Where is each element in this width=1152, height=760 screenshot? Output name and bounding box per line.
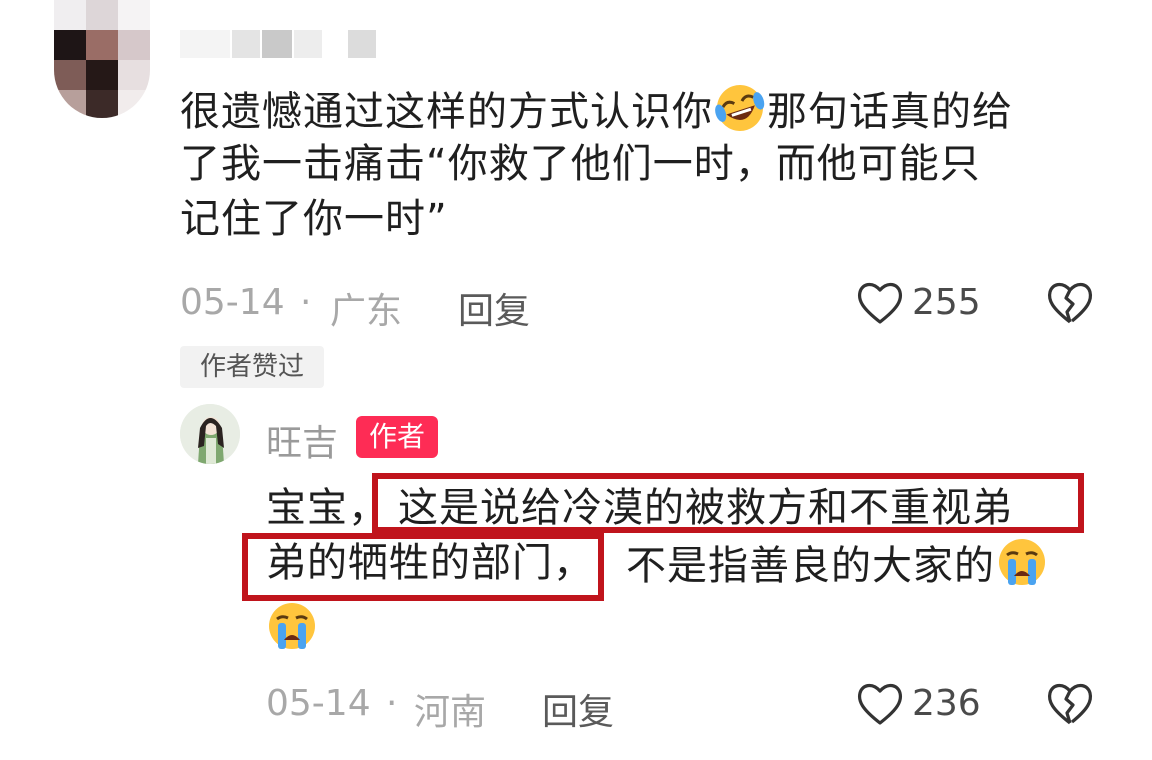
reply-like-count: 236 — [912, 683, 981, 724]
comment-text-line-3: 记住了你一时” — [180, 196, 448, 242]
liked-by-author-tag: 作者赞过 — [180, 346, 324, 388]
commenter-name-blurred[interactable] — [180, 28, 380, 58]
dislike-broken-heart-icon[interactable] — [1046, 280, 1094, 326]
comment-location: 广东 — [330, 291, 403, 332]
crying-emoji-icon — [996, 536, 1048, 588]
comment-text-line-2: 了我一击痛击“你救了他们一时，而他可能只 — [180, 141, 981, 187]
like-heart-icon[interactable] — [856, 681, 904, 727]
commenter-avatar[interactable] — [54, 0, 150, 118]
reply-location: 河南 — [414, 692, 487, 733]
dislike-broken-heart-icon[interactable] — [1046, 681, 1094, 727]
crying-emoji-icon — [266, 600, 318, 652]
comment-like-count: 255 — [912, 282, 981, 323]
highlight-box-line-1 — [372, 473, 1084, 533]
comment-text-line-1: 很遗憾通过这样的方式认识你 那句话真的给 — [180, 82, 1013, 140]
reply-text-line-1-start: 宝宝， — [266, 485, 389, 531]
like-heart-icon[interactable] — [856, 280, 904, 326]
reply-text-line-2-end: 不是指善良的大家的 — [626, 536, 1049, 594]
laughing-tears-emoji-icon — [714, 82, 766, 134]
meta-separator: · — [386, 683, 398, 724]
reply-date: 05-14 — [266, 683, 371, 724]
meta-separator: · — [300, 282, 312, 323]
reply-author-name[interactable]: 旺吉 — [266, 414, 338, 466]
comment-date: 05-14 — [180, 282, 285, 323]
highlight-box-line-2 — [242, 533, 604, 601]
author-avatar[interactable] — [180, 404, 240, 464]
reply-reply-button[interactable]: 回复 — [542, 683, 614, 735]
comment-reply-button[interactable]: 回复 — [458, 282, 530, 334]
author-badge: 作者 — [356, 416, 438, 458]
